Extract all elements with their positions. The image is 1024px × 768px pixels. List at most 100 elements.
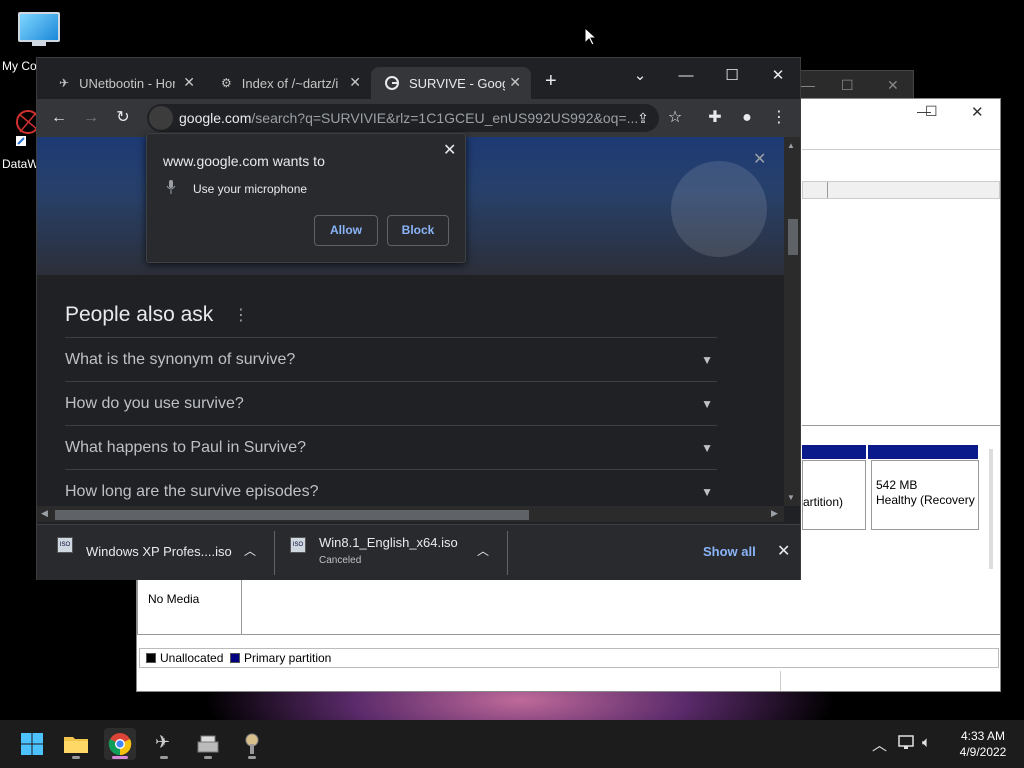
close-icon[interactable]: ✕ xyxy=(183,74,195,91)
allow-button[interactable]: Allow xyxy=(314,215,378,246)
paa-question[interactable]: How long are the survive episodes? ▼ xyxy=(65,469,717,506)
scroll-up-icon[interactable]: ▲ xyxy=(787,141,795,150)
bookmark-star-icon[interactable]: ☆ xyxy=(663,106,687,130)
profile-icon[interactable]: ● xyxy=(735,106,759,130)
show-all-downloads-button[interactable]: Show all xyxy=(703,544,756,559)
tab-title: Index of /~dartz/is xyxy=(241,75,338,91)
unetbootin-icon: ✈ xyxy=(155,732,171,752)
maximize-icon[interactable]: ☐ xyxy=(709,62,755,90)
this-pc-icon[interactable] xyxy=(18,12,60,48)
close-icon[interactable]: ✕ xyxy=(509,74,521,91)
maximize-icon[interactable]: ☐ xyxy=(925,103,938,120)
unetbootin-taskbar-button[interactable]: ✈ xyxy=(148,728,180,760)
new-tab-button[interactable]: + xyxy=(545,70,557,93)
permission-title: www.google.com wants to xyxy=(163,153,325,169)
chevron-down-icon: ▼ xyxy=(701,441,713,455)
back-icon[interactable]: ← xyxy=(47,106,71,130)
mouse-cursor-icon xyxy=(585,28,597,46)
page-icon: ⚙ xyxy=(221,76,232,90)
iso-file-icon: ISO xyxy=(57,537,73,553)
paa-question[interactable]: How do you use survive? ▼ xyxy=(65,381,717,425)
close-icon[interactable]: ✕ xyxy=(349,74,361,91)
download-item[interactable]: ISO Win8.1_English_x64.iso Canceled ︿ xyxy=(290,531,490,575)
background-window-titlebar: — ☐ ✕ xyxy=(800,70,914,100)
windows-logo-icon xyxy=(21,733,43,755)
people-also-ask-title: People also ask xyxy=(65,303,214,326)
permission-popup: www.google.com wants to ✕ Use your micro… xyxy=(146,133,466,263)
partition-block[interactable]: artition) xyxy=(802,460,866,530)
tab-search-icon[interactable]: ⌄ xyxy=(617,62,663,90)
tab-title: UNetbootin - Hom xyxy=(79,75,176,91)
clock[interactable]: 4:33 AM 4/9/2022 xyxy=(948,728,1018,760)
menu-icon[interactable]: ⋮ xyxy=(767,106,791,130)
scroll-down-icon[interactable]: ▼ xyxy=(787,493,795,502)
maximize-icon[interactable]: ☐ xyxy=(841,77,854,94)
address-path: /search?q=SURVIVIE&rlz=1C1GCEU_enUS992US… xyxy=(251,110,639,126)
google-icon xyxy=(385,76,399,90)
chevron-up-icon[interactable]: ︿ xyxy=(872,734,887,755)
extensions-icon[interactable]: ✚ xyxy=(703,106,727,130)
horizontal-scrollbar[interactable]: ◀ ▶ xyxy=(37,506,784,522)
disk-management-taskbar-button[interactable] xyxy=(192,728,224,760)
scroll-right-icon[interactable]: ▶ xyxy=(771,508,778,519)
forward-icon[interactable]: → xyxy=(79,106,103,130)
vertical-scrollbar[interactable]: ▲ ▼ xyxy=(784,137,800,506)
microphone-icon[interactable] xyxy=(671,161,767,257)
minimize-icon[interactable]: — xyxy=(801,77,815,93)
clock-date: 4/9/2022 xyxy=(959,745,1007,759)
close-icon[interactable]: ✕ xyxy=(753,149,766,169)
close-icon[interactable]: ✕ xyxy=(443,140,456,160)
legend-swatch-unallocated xyxy=(146,653,156,663)
paa-question[interactable]: What is the synonym of survive? ▼ xyxy=(65,337,717,381)
legend-bar: Unallocated Primary partition xyxy=(139,648,999,668)
paa-question-text: How do you use survive? xyxy=(65,395,244,412)
paa-question-text: What happens to Paul in Survive? xyxy=(65,439,307,456)
chevron-down-icon: ▼ xyxy=(701,485,713,499)
start-button[interactable] xyxy=(16,728,48,760)
scrollbar-thumb[interactable] xyxy=(788,219,798,255)
tab-strip: ✈ UNetbootin - Hom ✕ ⚙ Index of /~dartz/… xyxy=(37,58,800,99)
clock-time: 4:33 AM xyxy=(960,729,1006,743)
unetbootin-icon: ✈ xyxy=(59,76,70,90)
tab-title: SURVIVE - Google xyxy=(409,75,505,91)
download-item[interactable]: ISO Windows XP Profes....iso ︿ xyxy=(57,531,257,575)
block-button[interactable]: Block xyxy=(387,215,449,246)
paa-question-text: How long are the survive episodes? xyxy=(65,483,319,500)
recovery-status: Healthy (Recovery xyxy=(876,493,975,507)
tab-index-of[interactable]: ⚙ Index of /~dartz/is ✕ xyxy=(207,67,371,99)
close-icon[interactable]: ✕ xyxy=(971,103,984,121)
tab-unetbootin[interactable]: ✈ UNetbootin - Hom ✕ xyxy=(45,67,205,99)
address-host: google.com xyxy=(179,110,252,126)
tab-survive-google[interactable]: SURVIVE - Google ✕ xyxy=(371,67,531,99)
legend-unallocated: Unallocated xyxy=(160,651,224,665)
download-status: Canceled xyxy=(319,555,362,566)
volume-icon[interactable]: 🔈︎ xyxy=(922,734,931,751)
paa-question[interactable]: What happens to Paul in Survive? ▼ xyxy=(65,425,717,469)
address-bar[interactable]: google.com/search?q=SURVIVIE&rlz=1C1GCEU… xyxy=(147,104,659,132)
chevron-down-icon: ▼ xyxy=(701,397,713,411)
close-icon[interactable]: ✕ xyxy=(887,77,899,94)
scroll-left-icon[interactable]: ◀ xyxy=(41,508,48,519)
lock-icon[interactable] xyxy=(149,106,173,130)
partition-label: artition) xyxy=(803,495,844,509)
chevron-down-icon: ▼ xyxy=(701,353,713,367)
close-window-icon[interactable]: ✕ xyxy=(755,62,801,90)
minimize-icon[interactable]: — xyxy=(663,62,709,90)
network-icon[interactable] xyxy=(898,734,916,754)
cdrom-disk-label[interactable]: No Media xyxy=(137,579,242,635)
reload-icon[interactable]: ↻ xyxy=(111,106,135,130)
chevron-up-icon[interactable]: ︿ xyxy=(244,542,256,559)
recovery-size: 542 MB xyxy=(876,478,918,492)
chevron-up-icon[interactable]: ︿ xyxy=(477,542,489,559)
taskbar: ✈ ︿ 🔈︎ 4:33 AM 4/9/2022 xyxy=(0,720,1024,768)
download-filename: Windows XP Profes....iso xyxy=(86,544,232,559)
app-taskbar-button[interactable] xyxy=(236,728,268,760)
close-download-shelf-icon[interactable]: ✕ xyxy=(777,541,790,561)
file-explorer-button[interactable] xyxy=(60,728,92,760)
recovery-partition-block[interactable]: 542 MB Healthy (Recovery xyxy=(871,460,979,530)
share-icon[interactable]: ⇪ xyxy=(631,106,655,130)
more-options-icon[interactable]: ⋮ xyxy=(233,305,249,325)
chrome-taskbar-button[interactable] xyxy=(104,728,136,760)
scrollbar-thumb[interactable] xyxy=(55,510,529,520)
desktop-icon-label-datawarrior: DataW xyxy=(2,157,39,171)
